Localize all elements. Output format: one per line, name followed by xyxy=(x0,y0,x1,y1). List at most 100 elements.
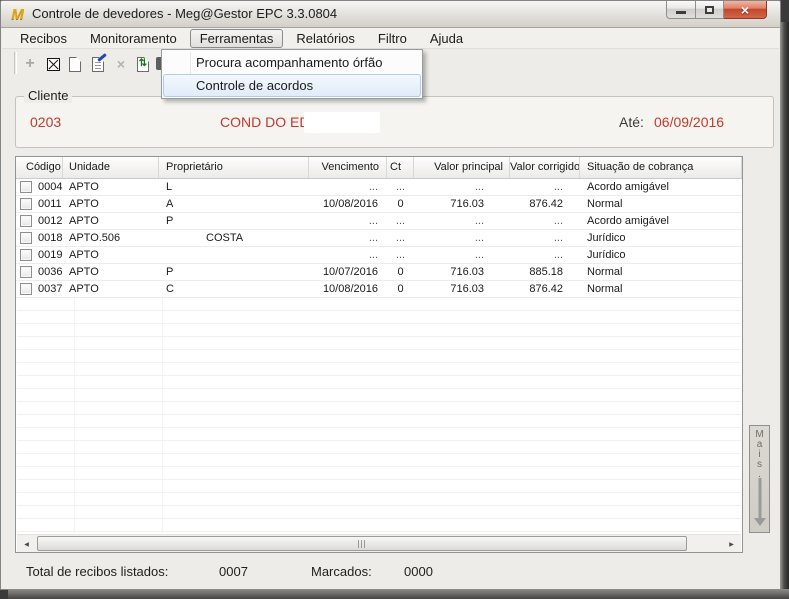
column-header-unidade[interactable]: Unidade xyxy=(63,157,159,178)
cell-unidade: APTO.506 xyxy=(63,230,159,246)
row-checkbox[interactable] xyxy=(20,181,32,193)
cell-codigo-container: 0036 xyxy=(16,264,63,280)
column-header-codigo[interactable]: Código xyxy=(16,157,63,178)
toolbar-grip[interactable] xyxy=(14,52,17,74)
cell-valor_principal: ... xyxy=(414,179,510,195)
grid-rows: 0004APTOL............Acordo amigável 0011… xyxy=(16,179,742,298)
cell-vencimento: 10/08/2016 xyxy=(309,281,387,297)
window-controls: × xyxy=(666,1,767,19)
cell-situacao: Normal xyxy=(580,196,742,212)
grid-gridline xyxy=(74,298,75,533)
redaction-box xyxy=(304,112,380,133)
dropdown-item-controle-de-acordos[interactable]: Controle de acordos xyxy=(163,74,421,97)
table-row[interactable]: 0004APTOL............Acordo amigável xyxy=(16,179,742,196)
table-row[interactable]: 0019APTO............Jurídico xyxy=(16,247,742,264)
menu-bar: RecibosMonitoramentoFerramentasRelatório… xyxy=(2,28,779,49)
cell-ct: 0 xyxy=(387,196,414,212)
scrollbar-thumb[interactable] xyxy=(37,536,687,551)
menu-item-recibos[interactable]: Recibos xyxy=(10,29,77,48)
column-header-proprietario[interactable]: Proprietário xyxy=(159,157,309,178)
desktop-edge-right xyxy=(780,22,789,599)
cell-codigo-container: 0004 xyxy=(16,179,63,195)
horizontal-scrollbar[interactable]: ◀ ▶ xyxy=(17,534,741,552)
delete-icon[interactable]: × xyxy=(112,55,130,73)
marcados-value: 0000 xyxy=(404,557,433,587)
cell-codigo-container: 0012 xyxy=(16,213,63,229)
window-title: Controle de devedores - Meg@Gestor EPC 3… xyxy=(32,1,337,27)
mais-button[interactable]: Mais... xyxy=(749,425,770,533)
menu-item-filtro[interactable]: Filtro xyxy=(368,29,417,48)
cell-situacao: Acordo amigável xyxy=(580,213,742,229)
table-row[interactable]: 0011APTOA10/08/20160716.03876.42Normal xyxy=(16,196,742,213)
grid-header: CódigoUnidadeProprietárioVencimentoCtVal… xyxy=(16,157,742,179)
cell-codigo-container: 0018 xyxy=(16,230,63,246)
menu-item-ferramentas[interactable]: Ferramentas xyxy=(190,29,284,48)
cell-situacao: Normal xyxy=(580,264,742,280)
column-header-situacao-de-cobranca[interactable]: Situação de cobrança xyxy=(580,157,742,178)
cell-vencimento: ... xyxy=(309,230,387,246)
table-row[interactable]: 0018APTO.506COSTA............Jurídico xyxy=(16,230,742,247)
menu-item-ajuda[interactable]: Ajuda xyxy=(420,29,473,48)
cell-unidade: APTO xyxy=(63,264,159,280)
cell-valor_corrigido: ... xyxy=(510,213,580,229)
cell-situacao: Normal xyxy=(580,281,742,297)
cell-proprietario: P xyxy=(159,213,309,229)
down-arrow-icon xyxy=(758,478,761,518)
close-button[interactable]: × xyxy=(724,1,767,19)
table-row[interactable]: 0037APTOC10/08/20160716.03876.42Normal xyxy=(16,281,742,298)
edit-properties-icon[interactable] xyxy=(89,55,107,73)
menu-item-relatorios[interactable]: Relatórios xyxy=(286,29,365,48)
new-document-icon[interactable] xyxy=(66,55,84,73)
plus-glyph: + xyxy=(25,56,34,72)
cell-proprietario: A xyxy=(159,196,309,212)
row-checkbox[interactable] xyxy=(20,198,32,210)
cell-vencimento: 10/07/2016 xyxy=(309,264,387,280)
cell-unidade: APTO xyxy=(63,179,159,195)
scroll-left-arrow-icon[interactable]: ◀ xyxy=(19,537,34,551)
maximize-button[interactable] xyxy=(696,1,724,19)
cliente-codigo: 0203 xyxy=(30,97,61,147)
cell-valor_corrigido: 876.42 xyxy=(510,281,580,297)
row-checkbox[interactable] xyxy=(20,232,32,244)
table-row[interactable]: 0036APTOP10/07/20160716.03885.18Normal xyxy=(16,264,742,281)
total-recibos-value: 0007 xyxy=(219,557,248,587)
row-checkbox[interactable] xyxy=(20,249,32,261)
minimize-button[interactable] xyxy=(666,1,696,19)
column-header-valor-corrigido[interactable]: Valor corrigido xyxy=(510,157,580,178)
app-window: M Controle de devedores - Meg@Gestor EPC… xyxy=(0,0,781,590)
cell-codigo: 0012 xyxy=(38,215,62,227)
cell-valor_corrigido: 876.42 xyxy=(510,196,580,212)
scroll-right-arrow-icon[interactable]: ▶ xyxy=(724,537,739,551)
add-icon[interactable]: + xyxy=(21,55,39,73)
screen: M Controle de devedores - Meg@Gestor EPC… xyxy=(0,0,789,599)
cell-valor_principal: ... xyxy=(414,230,510,246)
cell-vencimento: ... xyxy=(309,213,387,229)
column-header-vencimento[interactable]: Vencimento xyxy=(309,157,387,178)
column-header-valor-principal[interactable]: Valor principal xyxy=(414,157,510,178)
cell-unidade: APTO xyxy=(63,213,159,229)
cell-codigo-container: 0037 xyxy=(16,281,63,297)
marcados-label: Marcados: xyxy=(311,557,372,587)
row-checkbox[interactable] xyxy=(20,283,32,295)
grid-empty-area xyxy=(17,298,741,533)
app-logo-icon: M xyxy=(9,6,26,23)
close-icon: × xyxy=(741,2,749,18)
desktop-edge-bottom xyxy=(8,589,789,599)
cell-situacao: Jurídico xyxy=(580,230,742,246)
row-checkbox[interactable] xyxy=(20,266,32,278)
column-header-ct[interactable]: Ct xyxy=(387,157,414,178)
cancel-box-icon[interactable] xyxy=(44,55,62,73)
menu-item-monitoramento[interactable]: Monitoramento xyxy=(80,29,187,48)
table-row[interactable]: 0012APTOP............Acordo amigável xyxy=(16,213,742,230)
row-checkbox[interactable] xyxy=(20,215,32,227)
refresh-icon[interactable]: ⇅ xyxy=(134,55,152,73)
cell-vencimento: 10/08/2016 xyxy=(309,196,387,212)
cell-codigo-container: 0019 xyxy=(16,247,63,263)
cell-codigo: 0011 xyxy=(38,198,62,210)
title-bar[interactable]: M Controle de devedores - Meg@Gestor EPC… xyxy=(1,1,780,28)
dropdown-item-procura-acompanhamento-orfao[interactable]: Procura acompanhamento órfão xyxy=(163,51,421,74)
cell-ct: ... xyxy=(387,179,414,195)
cell-valor_principal: ... xyxy=(414,213,510,229)
cell-valor_principal: 716.03 xyxy=(414,196,510,212)
cell-valor_corrigido: 885.18 xyxy=(510,264,580,280)
